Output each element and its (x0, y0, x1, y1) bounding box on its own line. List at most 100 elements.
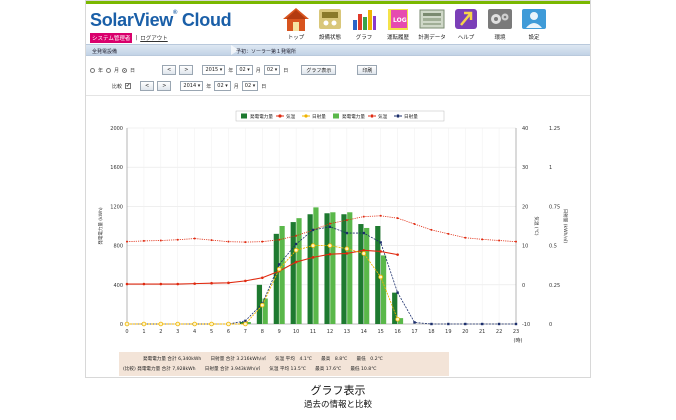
irradiance-compare-point (514, 322, 518, 326)
legend-swatch (241, 113, 247, 119)
y-left-tick-label: 400 (113, 283, 123, 289)
x-tick-label: 4 (193, 329, 196, 335)
temp-compare-point (193, 237, 196, 240)
temp-current-point (193, 282, 196, 285)
y-left-tick-label: 0 (120, 322, 123, 328)
y-mid-axis-title: 気温 (℃) (533, 217, 540, 236)
temp-compare-line (126, 215, 517, 243)
x-tick-label: 7 (244, 329, 247, 335)
irradiance-current-point (243, 321, 248, 327)
irradiance-compare-point (362, 231, 365, 235)
x-tick-label: 10 (293, 329, 299, 335)
bar-compare (330, 212, 336, 324)
temp-compare-point (126, 240, 128, 243)
x-tick-label: 1 (142, 329, 145, 335)
legend-label: 発電電力量 (342, 113, 365, 120)
irradiance-compare-line (127, 226, 516, 325)
bar-compare (364, 227, 370, 324)
y-right-tick-label: 1 (549, 165, 552, 171)
irradiance-current-point (395, 316, 400, 322)
x-tick-label: 8 (261, 329, 264, 335)
summary-current: 発電電力量 合計 6,340kWh 日射量 合計 3.216kWh/㎡ 気温 平… (143, 357, 383, 362)
bar-compare (313, 207, 319, 324)
caption-subtitle: 過去の情報と比較 (303, 400, 372, 410)
x-tick-label: 22 (496, 329, 502, 335)
x-tick-label: 16 (394, 329, 400, 335)
temp-current-point (210, 281, 213, 285)
x-tick-label: 9 (278, 329, 281, 335)
x-tick-label: 5 (210, 329, 213, 335)
temp-compare-point (328, 222, 331, 225)
y-mid-tick-label: 10 (522, 244, 528, 250)
y-mid-tick-label: 20 (522, 204, 528, 210)
y-left-tick-label: 1200 (110, 204, 123, 210)
x-tick-label: 12 (327, 329, 333, 335)
y-right-tick-label: 0.5 (549, 244, 557, 250)
irradiance-current-point (175, 321, 181, 327)
temp-compare-point (362, 215, 365, 218)
bar-current (324, 213, 330, 324)
y-right-tick-label: 0 (549, 322, 552, 328)
temp-compare-point (261, 240, 264, 243)
temp-compare-point (159, 239, 162, 242)
legend-label: 気温 (286, 113, 296, 120)
y-left-axis-title: 発電電力量 (kWh) (97, 207, 104, 245)
irradiance-compare-point (345, 231, 349, 235)
y-right-tick-label: 1.25 (549, 126, 560, 132)
irradiance-current-point (226, 321, 231, 327)
temp-compare-point (176, 238, 179, 241)
legend-label: 気温 (378, 113, 388, 120)
legend-marker (278, 114, 282, 118)
temp-current-point (328, 252, 332, 256)
legend-marker (304, 114, 308, 118)
temp-current-point (396, 253, 399, 256)
irradiance-current-point (276, 266, 282, 272)
temp-compare-point (481, 238, 484, 241)
bar-compare (347, 212, 353, 324)
irradiance-compare-point (464, 322, 467, 326)
x-tick-label: 3 (176, 329, 179, 335)
irradiance-current-point (209, 321, 214, 327)
irradiance-compare-point (311, 228, 315, 232)
bar-current (358, 224, 364, 324)
y-left-tick-label: 800 (113, 244, 123, 250)
irradiance-current-point (378, 274, 383, 280)
irradiance-compare-point (447, 322, 450, 326)
x-tick-label: 14 (361, 329, 367, 335)
temp-current-point (244, 279, 247, 283)
y-mid-tick-label: 0 (522, 283, 525, 289)
irradiance-compare-point (480, 322, 484, 326)
irradiance-current-point (344, 246, 350, 252)
temp-compare-point (447, 232, 450, 235)
legend-marker (370, 114, 374, 118)
temp-compare-point (142, 239, 145, 242)
legend-marker (396, 114, 400, 118)
temp-current-point (345, 252, 349, 255)
legend-swatch (333, 113, 339, 119)
temp-current-point (125, 282, 129, 286)
x-tick-label: 18 (428, 329, 434, 335)
x-tick-label: 17 (411, 329, 417, 335)
app-window: SolarView® Cloud システム管理者 | ログアウト トップ 設備状… (85, 0, 591, 378)
irradiance-current-point (124, 321, 130, 327)
irradiance-compare-point (328, 225, 332, 228)
temp-compare-point (515, 240, 517, 243)
temp-compare-point (498, 239, 501, 242)
bar-compare (262, 298, 268, 324)
y-mid-tick-label: 30 (522, 165, 528, 171)
temp-current-point (159, 282, 163, 286)
irradiance-compare-point (430, 322, 433, 326)
temp-compare-point (210, 239, 213, 242)
y-right-tick-label: 0.75 (549, 204, 560, 210)
temp-compare-point (430, 228, 433, 231)
x-tick-label: 2 (159, 329, 162, 335)
irradiance-current-point (192, 321, 197, 327)
temp-current-point (294, 260, 298, 264)
y-mid-tick-label: 40 (522, 126, 528, 132)
y-right-tick-label: 0.25 (549, 283, 560, 289)
summary-compare: (比較) 発電電力量 合計 7,928kWh 日射量 合計 3.943kWh/㎡… (123, 367, 377, 372)
bar-compare (279, 226, 285, 324)
y-mid-tick-label: -10 (522, 322, 530, 328)
temp-current-point (227, 281, 230, 285)
bar-compare (380, 255, 387, 324)
